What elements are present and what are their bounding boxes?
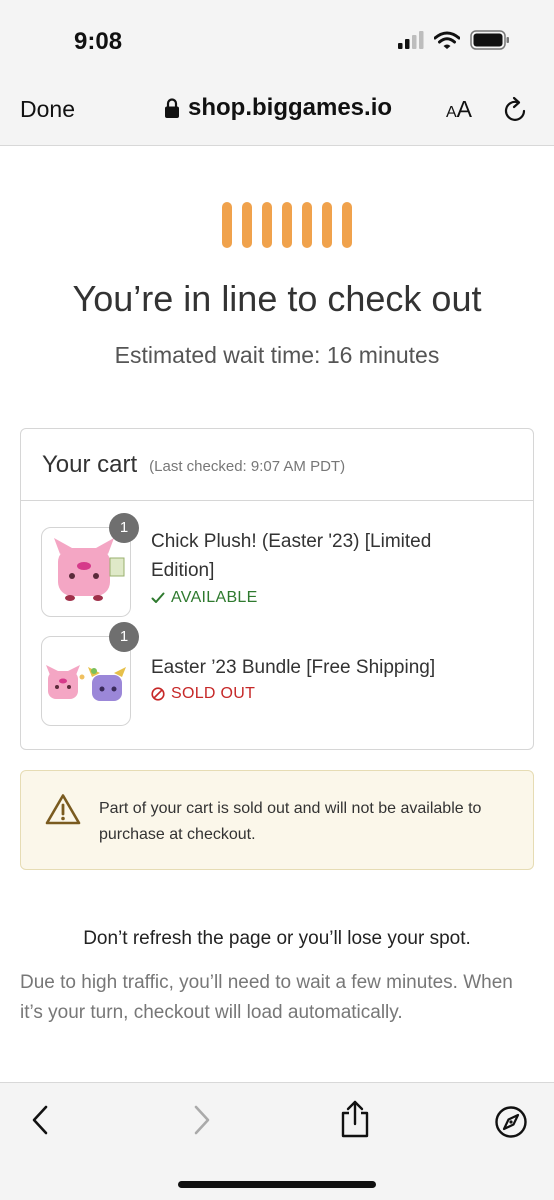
- status-text: SOLD OUT: [171, 685, 256, 702]
- loader-bar: [222, 202, 232, 248]
- text-size-big-label: A: [456, 96, 473, 122]
- forward-button[interactable]: [188, 1103, 214, 1142]
- warning-text: Part of your cart is sold out and will n…: [99, 800, 482, 843]
- compass-icon: [495, 1106, 527, 1138]
- back-icon: [32, 1105, 48, 1135]
- signal-icon: [398, 31, 424, 49]
- done-button[interactable]: Done: [20, 96, 75, 123]
- loader-bar: [342, 202, 352, 248]
- status-icons: [398, 30, 510, 50]
- refresh-warning-heading: Don’t refresh the page or you’ll lose yo…: [83, 928, 471, 949]
- forward-icon: [194, 1105, 210, 1135]
- queue-loader: [222, 202, 352, 248]
- prohibited-icon: [151, 687, 165, 701]
- wait-time: Estimated wait time: 16 minutes: [114, 342, 440, 368]
- item-name: Chick Plush! (Easter '23) [Limited Editi…: [151, 531, 432, 581]
- status-badge: SOLD OUT: [151, 685, 255, 703]
- quantity-badge: 1: [109, 513, 139, 543]
- page-title: You’re in line to check out: [72, 278, 482, 319]
- home-indicator[interactable]: [178, 1181, 376, 1188]
- status-badge: AVAILABLE: [151, 589, 258, 607]
- traffic-notice: Due to high traffic, you’ll need to wait…: [20, 972, 513, 1023]
- url-text: shop.biggames.io: [188, 94, 393, 121]
- loader-bar: [262, 202, 272, 248]
- share-button[interactable]: [338, 1099, 372, 1144]
- lock-icon: [165, 98, 179, 118]
- address-bar[interactable]: shop.biggames.io: [164, 94, 392, 122]
- back-button[interactable]: [28, 1103, 54, 1142]
- status-bar: 9:08: [0, 0, 554, 80]
- quantity-badge: 1: [109, 622, 139, 652]
- browser-header: Done shop.biggames.io AA: [0, 80, 554, 146]
- reload-icon: [504, 96, 526, 121]
- item-name: Easter ’23 Bundle [Free Shipping]: [151, 657, 436, 678]
- last-checked: (Last checked: 9:07 AM PDT): [149, 458, 346, 475]
- share-icon: [341, 1100, 369, 1138]
- bookmarks-button[interactable]: [494, 1105, 528, 1144]
- status-time: 9:08: [74, 28, 123, 55]
- loader-bar: [242, 202, 252, 248]
- text-size-small-label: A: [446, 104, 457, 121]
- cart-panel: Your cart (Last checked: 9:07 AM PDT) 1 …: [20, 428, 534, 750]
- checkmark-icon: [151, 592, 165, 603]
- reload-button[interactable]: [503, 96, 529, 129]
- sold-out-warning: Part of your cart is sold out and will n…: [20, 770, 534, 870]
- status-text: AVAILABLE: [171, 589, 258, 606]
- cart-header: Your cart (Last checked: 9:07 AM PDT): [21, 429, 533, 501]
- loader-bar: [322, 202, 332, 248]
- warning-icon: [45, 793, 81, 830]
- loader-bar: [282, 202, 292, 248]
- text-size-button[interactable]: AA: [446, 96, 472, 123]
- cart-title: Your cart: [42, 450, 138, 478]
- loader-bar: [302, 202, 312, 248]
- wifi-icon: [434, 31, 460, 49]
- battery-icon: [470, 30, 509, 50]
